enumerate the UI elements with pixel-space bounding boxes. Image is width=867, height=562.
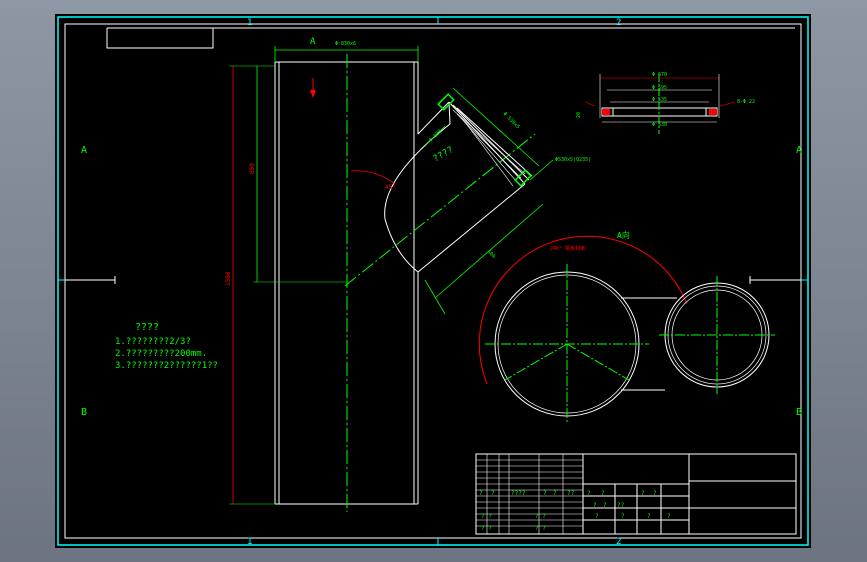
arc-label: 240° 钢板封堵 [550,245,585,252]
note-line-3: 3.???????2??????1?? [115,361,218,371]
tb-r3-c4: ? [647,513,651,520]
technical-notes: ???? 1.????????2/3? 2.?????????200mm. 3.… [115,322,218,371]
cad-viewport[interactable]: 1 2 1 2 A B A B A Φ 830x6 850 1500 45° Φ… [55,14,811,548]
drawing-frame [64,23,802,539]
branch-label: ???? [432,145,456,165]
corner-box [106,28,214,49]
title-block: ? ? ???? ? ? ?? ? ? ? ? ? ? ?? ? ? ? ? ?… [475,453,797,535]
zone-label-bottom-2: 2 [616,537,621,547]
branch-dim-dia: Φ 630 [428,129,443,144]
zone-label-left-a: A [81,145,87,156]
tb-r1-c2: ? [491,490,495,497]
tb-r4-c1: ? ? [481,513,492,520]
note-line-2: 2.?????????200mm. [115,349,207,359]
tb-mid-1: ? ? [535,513,546,520]
tb-r3-c2: ? [603,502,607,509]
section-view-a: A向 240° 钢板封堵 [478,230,775,424]
flange-note: Φ530x5(Q235) [555,157,591,163]
tb-r1-c3: ???? [511,490,526,497]
tb-r3-c7: ? [621,513,625,520]
tb-r2-c4: ? [653,490,657,497]
tb-r1-c5: ? [553,490,557,497]
section-label-a: A [310,37,316,47]
zone-label-top-2: 2 [616,18,621,28]
tb-mid-2: ? ? [535,525,546,532]
tb-r2-c2: ? [601,490,605,497]
zone-label-left-b: B [81,407,87,418]
tb-r1-c4: ? [543,490,547,497]
tb-r1-c1: ? [479,490,483,497]
tb-r2-c3: ? [641,490,645,497]
flange-dim-4: Φ 530 [652,122,667,128]
note-line-1: 1.????????2/3? [115,337,191,347]
dim-width: Φ 830x6 [335,41,356,47]
zone-label-top-1: 1 [247,18,252,28]
tb-r3-c1: ? [593,502,597,509]
flange-dim-2: Φ 595 [652,85,667,91]
zone-label-right-b: B [796,407,802,418]
tb-r3-c3: ?? [617,502,625,509]
tb-r1-c6: ?? [567,490,575,497]
flange-note: 8-Φ 22 [737,99,755,105]
branch-flange [437,93,533,187]
flange-thickness: 20 [576,112,582,118]
side-dim: 600 [486,249,497,260]
zone-label-right-a: A [796,145,802,156]
tb-r3-c5: ? [667,513,671,520]
dim-upper-label: 850 [249,163,256,174]
angle-label: 45° [385,184,396,191]
drawing-canvas: 1 2 1 2 A B A B A Φ 830x6 850 1500 45° Φ… [57,16,809,547]
tb-r3-c6: ? [595,513,599,520]
tb-r2-c1: ? [587,490,591,497]
flange-detail: Φ 670 Φ 595 Φ 535 Φ 530 8-Φ 22 20 [576,72,755,134]
notes-heading: ???? [135,322,159,333]
zone-label-bottom-1: 1 [247,537,252,547]
dim-total-label: 1500 [225,271,232,286]
tb-r4-c2: ? ? [481,525,492,532]
branch-dim-len: Φ 530x5 [502,111,521,130]
sheet-border [57,16,809,546]
flange-dim-3: Φ 535 [652,97,667,103]
flange-dim-1: Φ 670 [652,72,667,78]
section-title: A向 [617,230,630,240]
